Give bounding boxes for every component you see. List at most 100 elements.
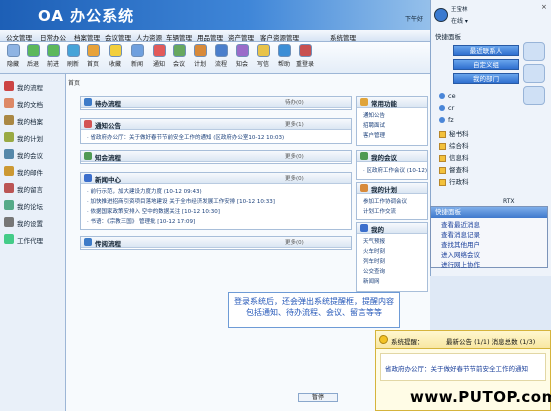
common-link[interactable]: 客户管理 [363,131,385,139]
pause-button[interactable]: 暂停 [298,393,338,402]
tree-user[interactable]: ce [439,92,456,100]
menu-item[interactable]: 会议管理 [105,32,131,42]
contacts-tab-icon[interactable] [523,42,545,61]
home-button[interactable]: 首页 [82,44,104,68]
notification-body: 省政府办公厅：关于做好春节节前安全工作的通知 [380,353,546,381]
notice-button[interactable]: 通知 [148,44,170,68]
user-icon [439,93,445,99]
menu-item[interactable]: 公文管理 [6,32,32,42]
plan-button[interactable]: 计划 [189,44,211,68]
common-link[interactable]: 招聘面试 [363,121,385,129]
my-department-button[interactable]: 我的部门 [453,73,519,84]
tree-group[interactable]: 行政科 [439,176,469,186]
tree-group[interactable]: 督查科 [439,164,469,174]
user-icon [439,117,445,123]
tree-user[interactable]: cr [439,104,454,112]
more-link[interactable]: 待办(0) [285,98,304,106]
hide-button[interactable]: 隐藏 [2,44,24,68]
sidebar-item-plan[interactable]: 我的计划 [2,131,64,145]
news-button[interactable]: 新闻 [126,44,148,68]
back-button[interactable]: 后退 [22,44,44,68]
notice-icon [152,44,166,57]
menu-item[interactable]: 客户资源管理 [260,32,299,42]
plan-icon [360,184,368,192]
more-link[interactable]: 更多(0) [285,152,304,160]
flow-icon [4,81,14,91]
tree-group[interactable]: 信息科 [439,152,469,162]
org-tab-icon[interactable] [523,86,545,105]
mine-link[interactable]: 列车时刻 [363,257,385,265]
forward-button[interactable]: 前进 [42,44,64,68]
more-link[interactable]: 更多(0) [285,174,304,182]
menu-item[interactable]: 进入网络会议 [441,249,480,259]
menu-item[interactable]: 车辆管理 [166,32,192,42]
plan-icon [193,44,207,57]
notice-icon [84,120,92,128]
meeting-button[interactable]: 会议 [168,44,190,68]
menu-item[interactable]: 日常办公 [40,32,66,42]
plan-item[interactable]: 参加工作协调会议 [363,197,407,205]
refresh-button[interactable]: 刷新 [62,44,84,68]
meeting-item[interactable]: · 区政府工作会议 (10-12) [363,166,427,174]
tree-group[interactable]: 秘书科 [439,128,469,138]
menu-item[interactable]: 人力资源 [136,32,162,42]
menu-item[interactable]: 档案管理 [74,32,100,42]
common-link[interactable]: 通知公告 [363,111,385,119]
left-sidebar: 我的流程 我的文档 我的档案 我的计划 我的会议 我的邮件 我的留言 我的论坛 … [0,74,66,411]
news-item[interactable]: · 依据国家政策安排入 空中的数据关注 [10-12 10:30] [87,207,220,215]
folder-icon [439,130,446,138]
help-button[interactable]: 帮助 [273,44,295,68]
more-link[interactable]: 更多(0) [285,238,304,246]
menu-item[interactable]: 查看消息记录 [441,229,480,239]
tree-user[interactable]: fz [439,116,454,124]
inform-button[interactable]: 知会 [231,44,253,68]
sidebar-item-settings[interactable]: 我的设置 [2,216,64,230]
recent-contacts-button[interactable]: 最近联系人 [453,45,519,56]
notice-item[interactable]: · 省政府办公厅：关于做好春节节前安全工作的通知 (区政府办公室10-12 10… [87,133,284,141]
news-item[interactable]: · 加快推进招商引资项目落地建设 关于全市经济发展工作安排 [10-12 10:… [87,197,275,205]
menu-item[interactable]: 查看最近消息 [441,219,480,229]
tree-group[interactable]: 综合科 [439,140,469,150]
sidebar-item-mail[interactable]: 我的邮件 [2,165,64,179]
relogin-button[interactable]: 重登录 [294,44,316,68]
main-menu: 公文管理 日常办公 档案管理 会议管理 人力资源 车辆管理 用品管理 资产管理 … [0,30,430,42]
forum-icon [4,200,14,210]
menu-item[interactable]: 查找其他用户 [441,239,480,249]
sidebar-item-meeting[interactable]: 我的会议 [2,148,64,162]
mine-link[interactable]: 公交查询 [363,267,385,275]
write-button[interactable]: 写信 [252,44,274,68]
sidebar-item-forum[interactable]: 我的论坛 [2,199,64,213]
avatar [434,8,448,22]
help-icon [277,44,291,57]
sidebar-item-flow[interactable]: 我的流程 [2,80,64,94]
sidebar-item-archive[interactable]: 我的档案 [2,114,64,128]
news-icon [130,44,144,57]
flow-button[interactable]: 流程 [210,44,232,68]
mine-link[interactable]: 天气预报 [363,237,385,245]
menu-item[interactable]: 用品管理 [197,32,223,42]
favorite-button[interactable]: 收藏 [104,44,126,68]
groups-tab-icon[interactable] [523,64,545,83]
plan-item[interactable]: 计划工作交流 [363,207,396,215]
sidebar-item-message[interactable]: 我的留言 [2,182,64,196]
close-icon[interactable]: × [541,3,547,11]
menu-item[interactable]: 资产管理 [228,32,254,42]
home-icon [86,44,100,57]
menu-item[interactable]: 进行网上协作 [441,259,480,269]
menu-item[interactable]: 系统管理 [330,32,356,42]
toolbar: 隐藏 后退 前进 刷新 首页 收藏 新闻 通知 会议 计划 流程 知会 写信 帮… [0,42,430,74]
watermark: www.PUTOP.com [410,388,551,406]
sidebar-item-docs[interactable]: 我的文档 [2,97,64,111]
my-meeting-panel: 我的会议 · 区政府工作会议 (10-12) [356,150,428,180]
sidebar-item-agent[interactable]: 工作代理 [2,233,64,247]
quick-actions-menu: 快捷面板 查看最近消息 查看消息记录 查找其他用户 进入网络会议 进行网上协作 [430,206,548,269]
status-dropdown[interactable]: 在线 ▾ [451,16,468,25]
custom-group-button[interactable]: 自定义组 [453,59,519,70]
news-item[interactable]: · 前行示范，加大建设力度力度 (10-12 09:43) [87,187,202,195]
notice-panel: 通知公告 更多(1) · 省政府办公厅：关于做好春节节前安全工作的通知 (区政府办… [80,118,352,144]
more-link[interactable]: 更多(1) [285,120,304,128]
mine-link[interactable]: 火车时刻 [363,247,385,255]
notification-link[interactable]: 省政府办公厅：关于做好春节节前安全工作的通知 [385,363,528,373]
news-item[interactable]: · 书语：《宗教三国》 管理批 [10-12 17:09] [87,217,195,225]
mine-link[interactable]: 新闻网 [363,277,380,285]
